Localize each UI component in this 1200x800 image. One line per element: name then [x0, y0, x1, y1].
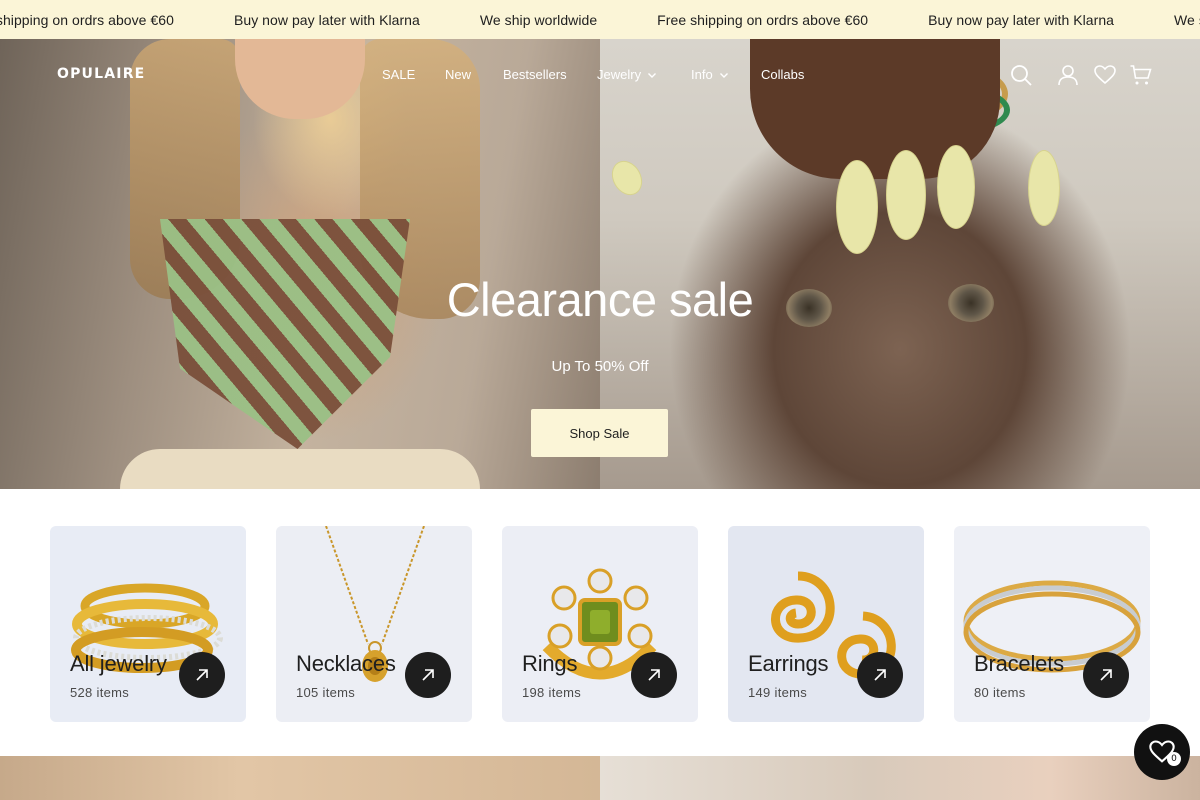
- arrow-up-right-icon: [1100, 669, 1112, 681]
- arrow-up-right-icon: [422, 669, 434, 681]
- hero-image-model: [0, 39, 600, 489]
- category-card-necklaces[interactable]: Necklaces 105 items: [276, 526, 472, 722]
- chevron-down-icon: [719, 72, 728, 78]
- logo[interactable]: OPULAIRE: [57, 66, 145, 82]
- announcement-item: Buy now pay later with Klarna: [233, 11, 420, 28]
- hero-image-detail: [160, 219, 410, 449]
- nav-item-jewelry[interactable]: Jewelry: [597, 67, 657, 82]
- announcement-item: We ship worldwide: [479, 11, 598, 28]
- category-count: 105 items: [296, 685, 356, 700]
- promo-image-right: [600, 756, 1200, 800]
- nav-item-bestsellers[interactable]: Bestsellers: [503, 67, 567, 82]
- category-card-all-jewelry[interactable]: All jewelry 528 items: [50, 526, 246, 722]
- category-arrow-button[interactable]: [857, 652, 903, 698]
- announcement-bar: Free shipping on ordrs above €60 Buy now…: [0, 0, 1200, 39]
- hero-image-detail: [886, 150, 926, 240]
- nav-item-collabs[interactable]: Collabs: [761, 67, 804, 82]
- category-card-rings[interactable]: Rings 198 items: [502, 526, 698, 722]
- category-count: 528 items: [70, 685, 130, 700]
- category-list: All jewelry 528 items Necklaces 105 item…: [50, 526, 1150, 722]
- hero-image-detail: [120, 449, 480, 489]
- category-title: Bracelets: [974, 651, 1064, 676]
- chevron-down-icon: [648, 72, 657, 78]
- wishlist-icon[interactable]: [1093, 63, 1117, 87]
- announcement-item: Free shipping on ordrs above €60: [657, 11, 869, 28]
- category-arrow-button[interactable]: [179, 652, 225, 698]
- category-title: Earrings: [748, 651, 829, 676]
- wishlist-floating-button[interactable]: [1134, 724, 1190, 780]
- nav-item-sale[interactable]: SALE: [382, 67, 415, 82]
- category-card-bracelets[interactable]: Bracelets 80 items: [954, 526, 1150, 722]
- category-count: 149 items: [748, 685, 808, 700]
- arrow-up-right-icon: [874, 669, 886, 681]
- promo-image-left: [0, 756, 600, 800]
- arrow-up-right-icon: [648, 669, 660, 681]
- cart-icon[interactable]: [1129, 63, 1153, 87]
- category-arrow-button[interactable]: [405, 652, 451, 698]
- nav-item-new[interactable]: New: [445, 67, 471, 82]
- nav-item-label: New: [445, 67, 472, 82]
- category-arrow-button[interactable]: [1083, 652, 1129, 698]
- wishlist-count-badge: 0: [1167, 752, 1181, 766]
- nav-item-label: Jewelry: [597, 67, 642, 82]
- nav-item-label: Bestsellers: [503, 67, 567, 82]
- hero-image-detail: [836, 160, 878, 254]
- hero-image-detail: [937, 145, 975, 229]
- hero-title: Clearance sale: [446, 273, 754, 326]
- category-arrow-button[interactable]: [631, 652, 677, 698]
- announcement-track: Free shipping on ordrs above €60 Buy now…: [0, 0, 1200, 39]
- hero-image-detail: [235, 39, 365, 119]
- shop-sale-button[interactable]: Shop Sale: [531, 409, 668, 457]
- announcement-item: Free shipping on ordrs above €60: [0, 11, 174, 28]
- category-card-earrings[interactable]: Earrings 149 items: [728, 526, 924, 722]
- category-title: Rings: [522, 651, 578, 676]
- nav-item-label: SALE: [382, 67, 416, 82]
- nav-item-label: Collabs: [761, 67, 805, 82]
- hero-subtitle: Up To 50% Off: [551, 358, 649, 375]
- category-title: Necklaces: [296, 651, 396, 676]
- category-title: All jewelry: [70, 651, 167, 676]
- nav-item-label: Info: [691, 67, 713, 82]
- hero-image-detail: [1028, 150, 1060, 226]
- announcement-item: Buy now pay later with Klarna: [928, 11, 1115, 28]
- account-icon[interactable]: [1056, 63, 1080, 87]
- arrow-up-right-icon: [196, 669, 208, 681]
- category-count: 198 items: [522, 685, 582, 700]
- announcement-item: We ship worldwide: [1174, 11, 1200, 28]
- nav-item-info[interactable]: Info: [691, 67, 729, 82]
- category-count: 80 items: [974, 685, 1026, 700]
- search-icon[interactable]: [1009, 63, 1033, 87]
